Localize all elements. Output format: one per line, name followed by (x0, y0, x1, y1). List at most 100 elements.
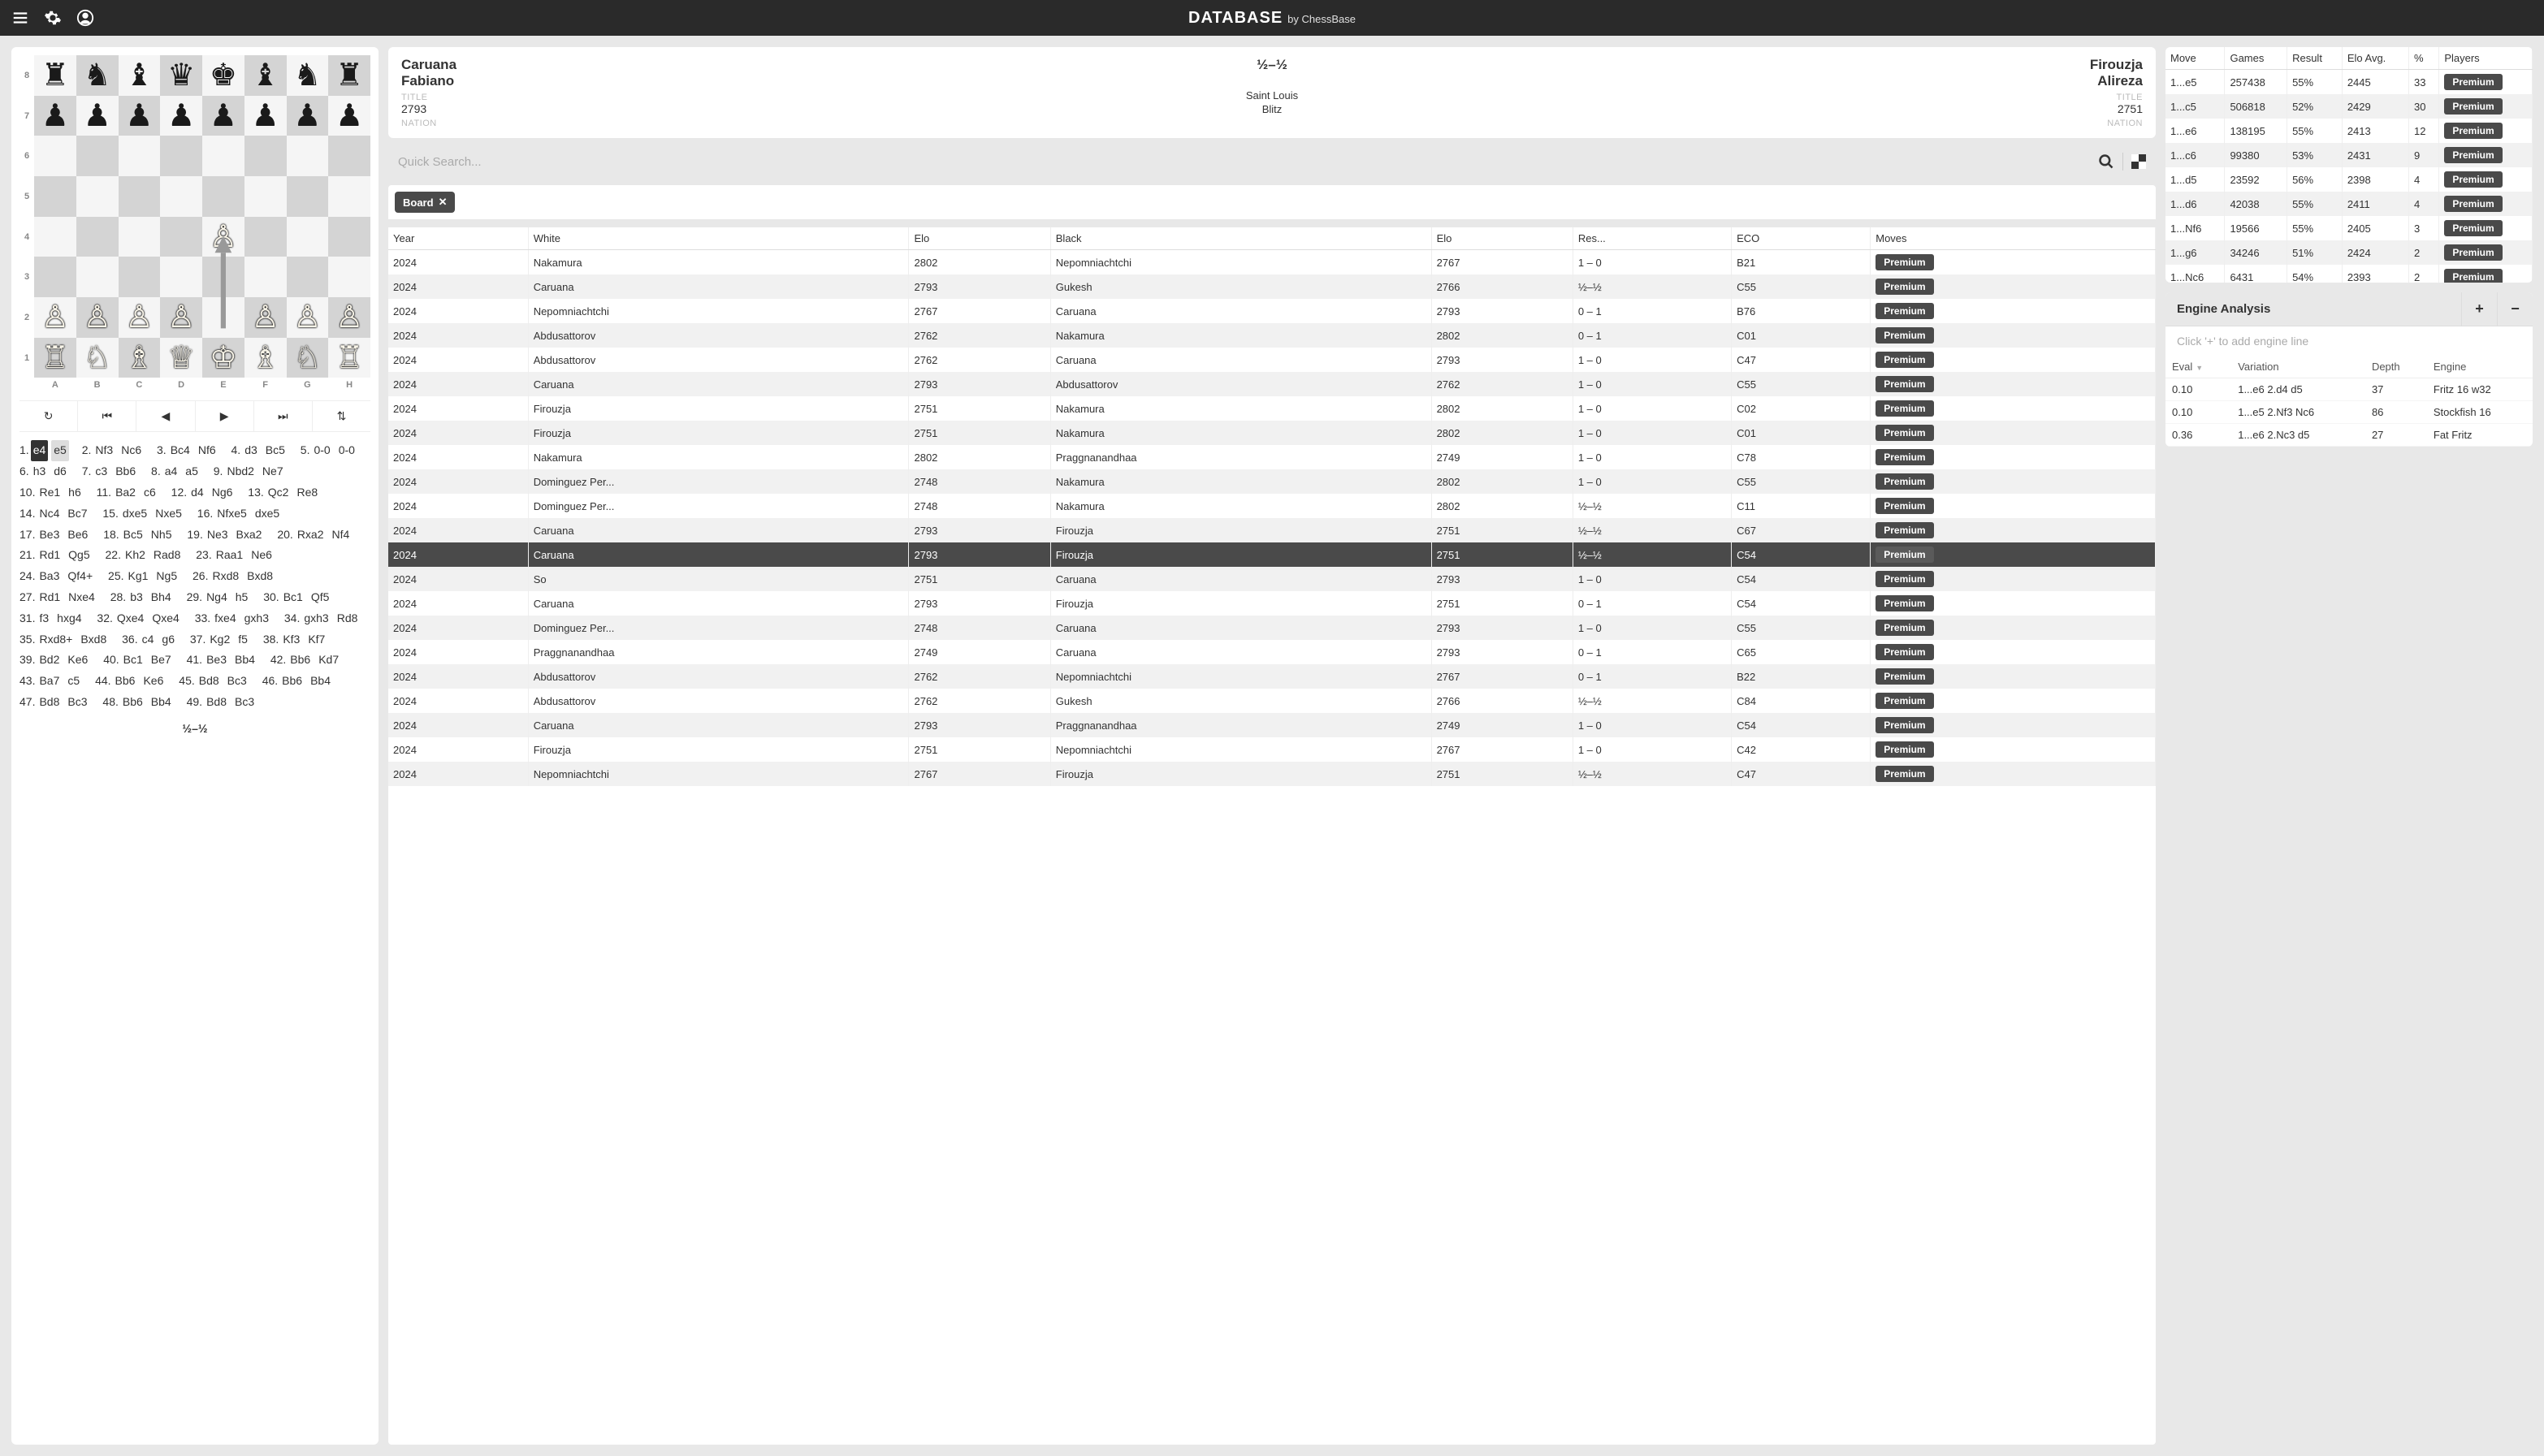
square[interactable] (244, 217, 287, 257)
square[interactable] (34, 217, 76, 257)
notation-move[interactable]: hxg4 (54, 608, 84, 629)
square[interactable]: ♙ (244, 297, 287, 338)
notation-move[interactable]: Ng6 (210, 482, 236, 503)
notation-move[interactable]: Nf6 (196, 440, 218, 461)
notation-move[interactable]: Rxd8+ (37, 629, 75, 650)
game-row[interactable]: 2024Dominguez Per...2748Nakamura28021 – … (388, 469, 2156, 494)
notation-move[interactable]: 0-0 (336, 440, 357, 461)
movestats-col-header[interactable]: Move (2165, 47, 2225, 70)
premium-button[interactable]: Premium (1876, 717, 1933, 733)
notation-move[interactable]: Ng4 (204, 587, 230, 608)
notation-move[interactable]: Be3 (37, 525, 62, 546)
notation-move[interactable]: Re8 (294, 482, 320, 503)
square[interactable] (202, 176, 244, 217)
engine-line[interactable]: 0.101...e6 2.d4 d537Fritz 16 w32 (2165, 378, 2533, 401)
notation-move[interactable]: Nc4 (37, 503, 62, 525)
notation-move[interactable]: gxh3 (242, 608, 271, 629)
movestats-col-header[interactable]: Elo Avg. (2342, 47, 2408, 70)
square[interactable] (328, 176, 370, 217)
square[interactable]: ♛ (160, 55, 202, 96)
notation-move[interactable]: c4 (140, 629, 157, 650)
game-row[interactable]: 2024Praggnanandhaa2749Caruana27930 – 1C6… (388, 640, 2156, 664)
square[interactable] (76, 136, 119, 176)
engine-add-button[interactable]: + (2461, 292, 2497, 326)
square[interactable]: ♗ (244, 338, 287, 378)
notation-move[interactable]: Bb6 (120, 692, 145, 713)
notation-move[interactable]: Bc5 (121, 525, 145, 546)
square[interactable] (76, 217, 119, 257)
square[interactable]: ♙ (119, 297, 161, 338)
movestats-col-header[interactable]: Players (2439, 47, 2533, 70)
notation-move[interactable]: f5 (236, 629, 250, 650)
square[interactable]: ♘ (76, 338, 119, 378)
game-row[interactable]: 2024Nepomniachtchi2767Caruana27930 – 1B7… (388, 299, 2156, 323)
square[interactable] (76, 176, 119, 217)
square[interactable] (160, 217, 202, 257)
notation-move[interactable]: Ba3 (37, 566, 62, 587)
premium-button[interactable]: Premium (1876, 741, 1933, 758)
filter-chip-board[interactable]: Board ✕ (395, 192, 455, 213)
premium-button[interactable]: Premium (2444, 147, 2502, 163)
square[interactable] (119, 176, 161, 217)
premium-button[interactable]: Premium (1876, 449, 1933, 465)
square[interactable] (160, 257, 202, 297)
games-col-header[interactable]: ECO (1732, 227, 1871, 250)
premium-button[interactable]: Premium (1876, 279, 1933, 295)
notation-move[interactable]: a5 (183, 461, 201, 482)
premium-button[interactable]: Premium (1876, 425, 1933, 441)
games-col-header[interactable]: Res... (1573, 227, 1731, 250)
notation-move[interactable]: Qc2 (266, 482, 292, 503)
game-row[interactable]: 2024Caruana2793Firouzja2751½–½C54Premium (388, 542, 2156, 567)
game-row[interactable]: 2024Abdusattorov2762Nepomniachtchi27670 … (388, 664, 2156, 689)
premium-button[interactable]: Premium (1876, 400, 1933, 417)
notation-move[interactable]: a4 (162, 461, 180, 482)
square[interactable] (328, 217, 370, 257)
movestat-row[interactable]: 1...e613819555%241312Premium (2165, 119, 2533, 143)
square[interactable] (202, 257, 244, 297)
square[interactable] (328, 136, 370, 176)
square[interactable]: ♗ (119, 338, 161, 378)
notation-move[interactable]: Qf5 (309, 587, 332, 608)
games-col-header[interactable]: Year (388, 227, 528, 250)
notation-move[interactable]: Rd1 (37, 587, 63, 608)
notation-move[interactable]: h6 (66, 482, 84, 503)
square[interactable] (34, 176, 76, 217)
notation-move[interactable]: Bc3 (232, 692, 257, 713)
game-row[interactable]: 2024Nakamura2802Praggnanandhaa27491 – 0C… (388, 445, 2156, 469)
notation-move[interactable]: Bc3 (225, 671, 249, 692)
notation-move[interactable]: Rad8 (151, 545, 183, 566)
movestat-row[interactable]: 1...d52359256%23984Premium (2165, 167, 2533, 192)
notation-move[interactable]: Be7 (149, 650, 174, 671)
premium-button[interactable]: Premium (2444, 74, 2502, 90)
square[interactable] (160, 176, 202, 217)
premium-button[interactable]: Premium (2444, 98, 2502, 114)
notation-move[interactable]: Nf4 (330, 525, 353, 546)
notation-move[interactable]: d6 (51, 461, 69, 482)
notation-move[interactable]: Bd2 (37, 650, 62, 671)
prev-move-button[interactable]: ◀ (136, 401, 195, 431)
notation-move[interactable]: Nbd2 (224, 461, 256, 482)
square[interactable] (244, 176, 287, 217)
square[interactable]: ♞ (76, 55, 119, 96)
notation-move[interactable]: Nfxe5 (214, 503, 249, 525)
square[interactable]: ♟ (34, 96, 76, 136)
game-row[interactable]: 2024Caruana2793Praggnanandhaa27491 – 0C5… (388, 713, 2156, 737)
reload-button[interactable]: ↻ (19, 401, 78, 431)
square[interactable]: ♖ (328, 338, 370, 378)
square[interactable]: ♟ (244, 96, 287, 136)
premium-button[interactable]: Premium (2444, 220, 2502, 236)
square[interactable]: ♟ (160, 96, 202, 136)
notation-move[interactable]: 0-0 (311, 440, 332, 461)
square[interactable] (160, 136, 202, 176)
flip-board-button[interactable]: ⇅ (313, 401, 370, 431)
premium-button[interactable]: Premium (1876, 498, 1933, 514)
square[interactable] (119, 257, 161, 297)
premium-button[interactable]: Premium (1876, 595, 1933, 611)
engine-col-header[interactable]: Variation (2231, 356, 2365, 378)
movestat-row[interactable]: 1...g63424651%24242Premium (2165, 240, 2533, 265)
notation-move[interactable]: Rd8 (335, 608, 361, 629)
square[interactable] (119, 217, 161, 257)
square[interactable]: ♙ (76, 297, 119, 338)
premium-button[interactable]: Premium (2444, 269, 2502, 283)
game-row[interactable]: 2024Caruana2793Abdusattorov27621 – 0C55P… (388, 372, 2156, 396)
